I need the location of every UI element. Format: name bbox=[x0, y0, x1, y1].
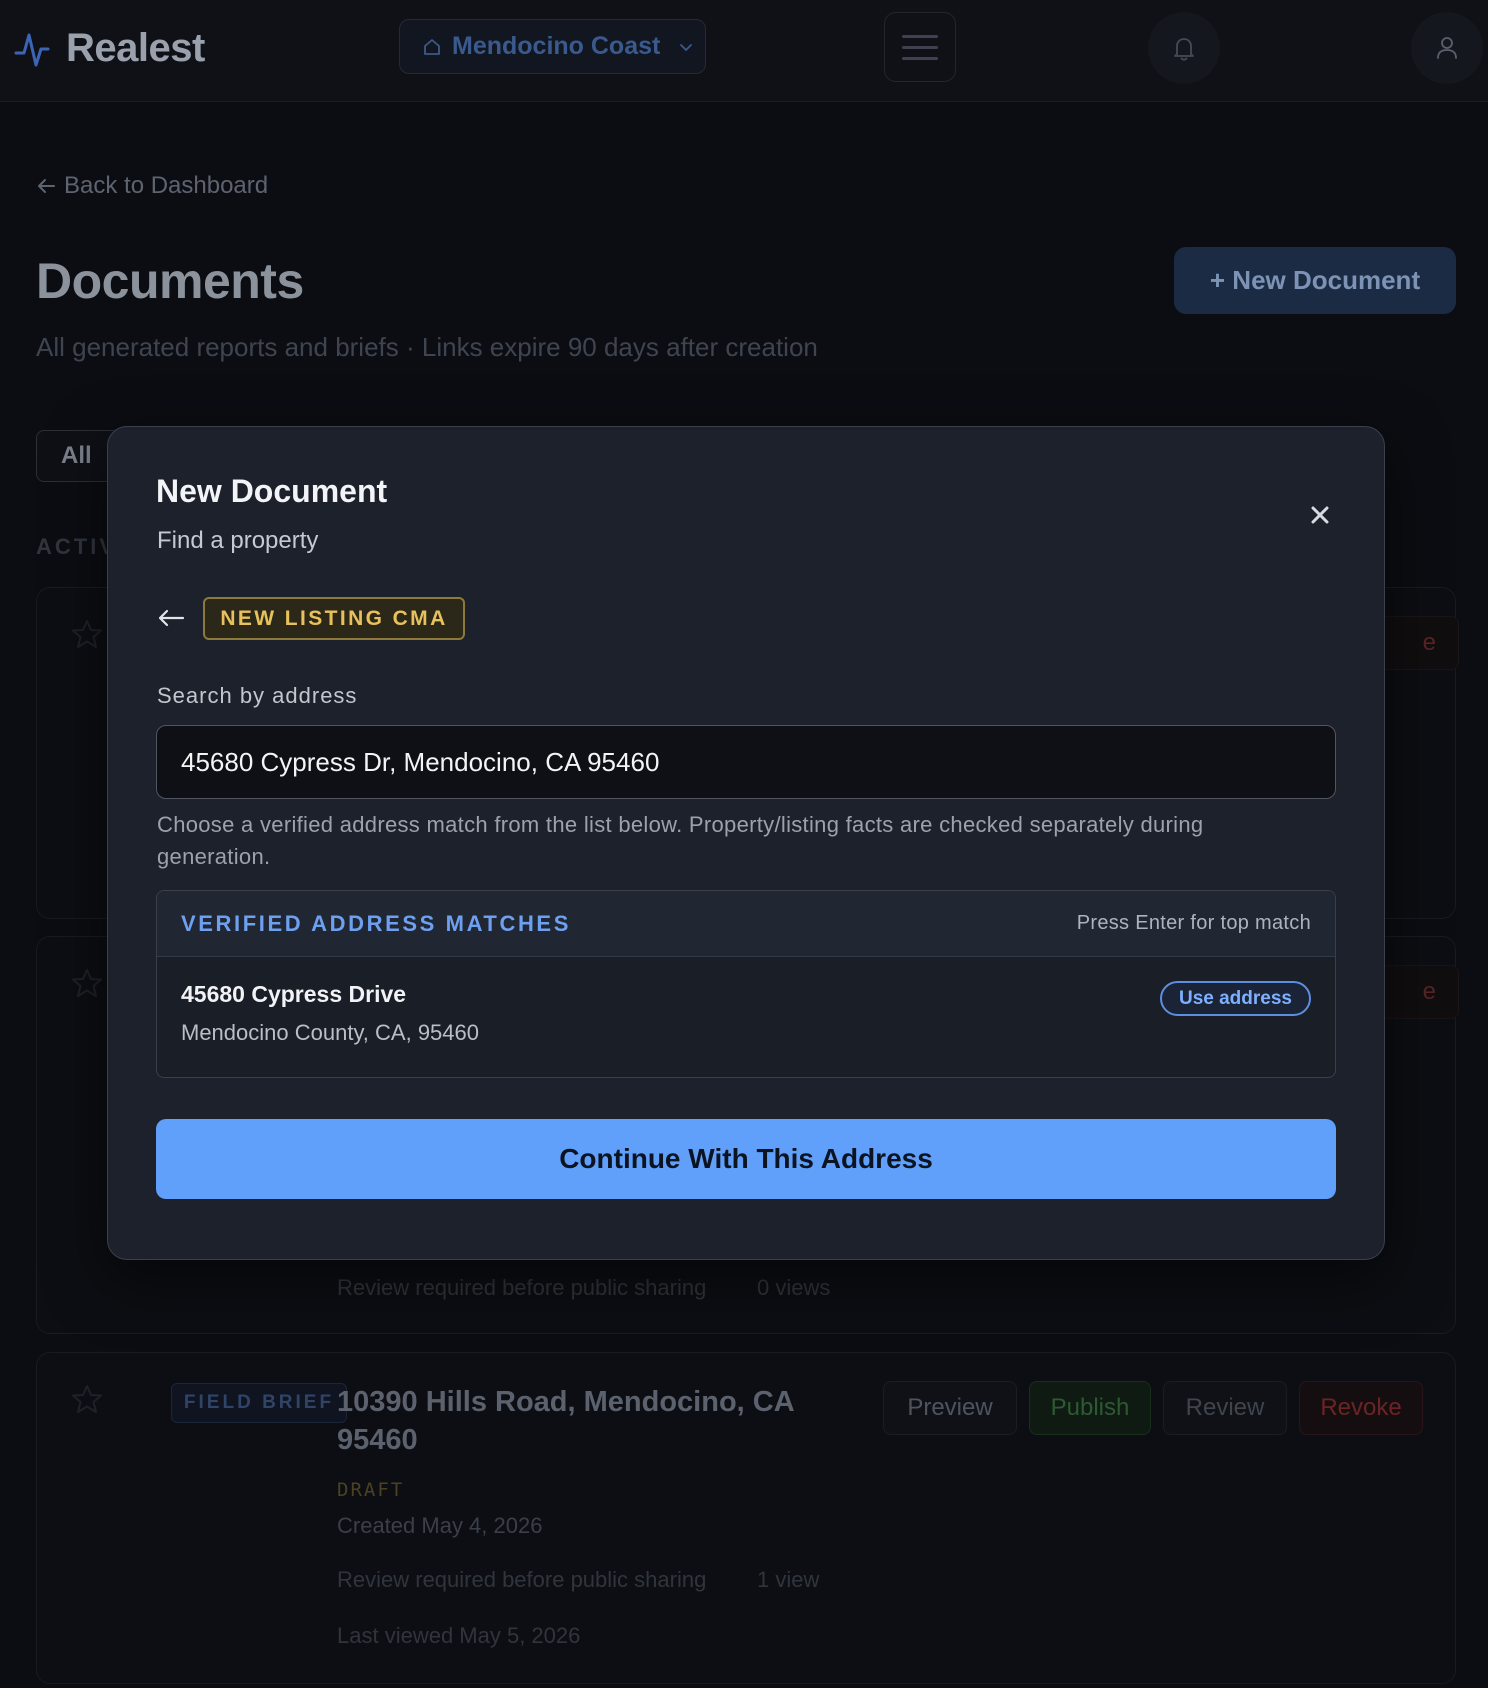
document-title[interactable]: 10390 Hills Road, Mendocino, CA 95460 bbox=[337, 1383, 847, 1459]
bell-icon bbox=[1174, 38, 1194, 61]
status-badge: DRAFT bbox=[337, 1479, 405, 1501]
view-count: 0 views bbox=[757, 1275, 831, 1300]
search-label: Search by address bbox=[157, 683, 358, 708]
matches-header: VERIFIED ADDRESS MATCHES Press Enter for… bbox=[157, 891, 1335, 957]
doc-type-tag: FIELD BRIEF bbox=[171, 1383, 347, 1423]
continue-button[interactable]: Continue With This Address bbox=[156, 1119, 1336, 1199]
search-hint: Choose a verified address match from the… bbox=[157, 812, 1204, 869]
star-icon[interactable] bbox=[71, 1383, 103, 1415]
use-address-button[interactable]: Use address bbox=[1160, 981, 1311, 1016]
review-note: Review required before public sharing bbox=[337, 1567, 707, 1592]
new-document-button[interactable]: + New Document bbox=[1174, 247, 1456, 314]
document-card: FIELD BRIEF 10390 Hills Road, Mendocino,… bbox=[36, 1352, 1456, 1684]
home-icon bbox=[424, 38, 440, 55]
view-count: 1 view bbox=[757, 1567, 820, 1592]
doc-type-badge: NEW LISTING CMA bbox=[203, 597, 465, 640]
revoke-button[interactable]: Revoke bbox=[1299, 1381, 1423, 1435]
arrow-left-icon bbox=[38, 179, 55, 193]
preview-button[interactable]: Preview bbox=[883, 1381, 1017, 1435]
revoke-button[interactable]: e bbox=[1375, 616, 1459, 670]
page-title: Documents bbox=[36, 253, 304, 309]
matches-hint: Press Enter for top match bbox=[1076, 912, 1311, 934]
hamburger-icon[interactable] bbox=[884, 12, 956, 82]
close-icon bbox=[1311, 506, 1329, 524]
notifications-button[interactable] bbox=[1148, 12, 1220, 84]
review-button[interactable]: Review bbox=[1163, 1381, 1287, 1435]
market-selector[interactable]: Mendocino Coast bbox=[399, 19, 706, 74]
created-date: Created May 4, 2026 bbox=[337, 1513, 543, 1538]
top-bar: Realest Mendocino Coast bbox=[0, 0, 1488, 102]
star-icon[interactable] bbox=[71, 967, 103, 999]
back-to-dashboard-link[interactable]: Back to Dashboard bbox=[36, 172, 268, 200]
match-street: 45680 Cypress Drive bbox=[181, 981, 407, 1007]
arrow-left-icon[interactable] bbox=[156, 605, 186, 631]
brand-name: Realest bbox=[66, 26, 205, 70]
page-subtitle: All generated reports and briefs · Links… bbox=[36, 332, 818, 362]
close-button[interactable] bbox=[1304, 499, 1336, 531]
star-icon[interactable] bbox=[71, 618, 103, 650]
address-match-row[interactable]: 45680 Cypress Drive Mendocino County, CA… bbox=[157, 957, 1335, 1077]
new-document-modal: New Document Find a property NEW LISTING… bbox=[107, 426, 1385, 1260]
address-search-input[interactable] bbox=[156, 725, 1336, 799]
section-label-active: ACTIV bbox=[36, 534, 117, 559]
pulse-logo-icon bbox=[14, 33, 50, 66]
modal-title: New Document bbox=[156, 473, 388, 509]
review-note: Review required before public sharing bbox=[337, 1275, 707, 1300]
publish-button[interactable]: Publish bbox=[1029, 1381, 1151, 1435]
user-icon bbox=[1437, 37, 1457, 59]
last-viewed: Last viewed May 5, 2026 bbox=[337, 1623, 581, 1648]
address-matches-panel: VERIFIED ADDRESS MATCHES Press Enter for… bbox=[156, 890, 1336, 1078]
chevron-down-icon bbox=[680, 43, 693, 51]
brand[interactable]: Realest bbox=[14, 26, 205, 71]
market-label: Mendocino Coast bbox=[452, 32, 661, 60]
revoke-button[interactable]: e bbox=[1375, 965, 1459, 1019]
matches-title: VERIFIED ADDRESS MATCHES bbox=[181, 910, 571, 936]
back-link-label: Back to Dashboard bbox=[64, 172, 269, 199]
modal-subtitle: Find a property bbox=[157, 527, 319, 554]
match-locality: Mendocino County, CA, 95460 bbox=[181, 1020, 479, 1045]
account-button[interactable] bbox=[1411, 12, 1483, 84]
